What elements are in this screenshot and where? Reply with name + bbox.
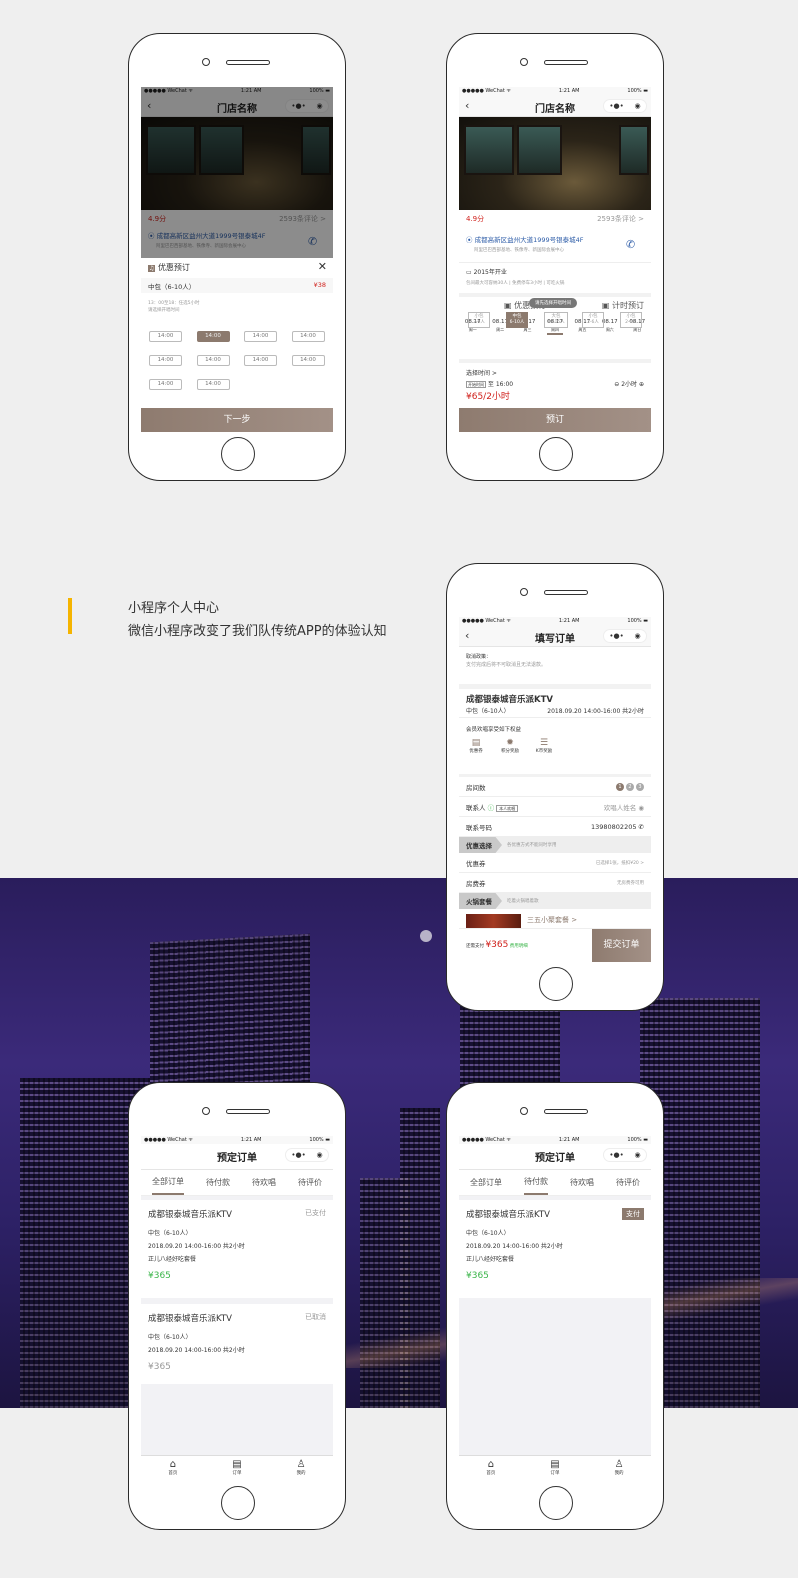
time-slot[interactable]: 14:00 [291,331,325,342]
contact-name-input[interactable]: 欢唱人姓名 ◉ [604,802,644,812]
tab-icon: ▤ [232,1459,242,1470]
pay-button[interactable]: 支付 [622,1208,644,1220]
tabbar-item-0[interactable]: ⌂ 首页 [486,1459,495,1481]
intro-subtitle: 微信小程序改变了我们队传统APP的体验认知 [128,624,387,639]
home-button[interactable] [539,967,573,1001]
time-slot[interactable]: 14:00 [196,331,230,342]
benefit-icon: ☰ [539,738,549,748]
tab-hourly[interactable]: ▣ 计时预订 [602,300,644,311]
calendar-icon: ▭ [466,269,474,276]
capsule-menu[interactable]: •●• ◉ [603,1148,647,1162]
home-button[interactable] [539,437,573,471]
room-option[interactable]: 大包 10-15人 [544,312,568,328]
home-button[interactable] [221,437,255,471]
phone-store-booking: ●●●●● WeChat ᯤ 1:21 AM 100% ▬ ‹ 门店名称 •●• ◉ 4.… [446,33,664,481]
room-count-option[interactable]: 1 [616,783,624,791]
package-image [466,914,521,928]
order-card[interactable]: 成都银泰城音乐派KTV 已支付 中包（6-10人） 2018.09.20 14:00-… [141,1200,333,1298]
time-slot[interactable]: 14:00 [196,379,230,390]
home-button[interactable] [221,1486,255,1520]
phone-orders-all: ●●●●● WeChat ᯤ 1:21 AM 100% ▬ 预定订单 •●• ◉ 全部订… [128,1082,346,1530]
time-slot[interactable]: 14:00 [244,331,277,342]
tab-order-0[interactable]: 全部订单 [470,1171,502,1194]
tabbar-item-2[interactable]: ♙ 我的 [297,1459,306,1481]
tab-icon: ♙ [296,1459,306,1470]
next-button[interactable]: 下一步 [141,408,333,432]
room-option[interactable]: 小包 2-6人 [468,312,490,328]
phone-fill-order: ●●●●● WeChat ᯤ 1:21 AM 100% ▬ ‹ 填写订单 •●• ◉ 取消… [446,563,664,1011]
tab-icon: ♙ [614,1459,624,1470]
room-option[interactable]: 中包 6-10人 [506,312,528,328]
phone-input[interactable]: 13980802205 ✆ [591,823,644,831]
tabbar-item-2[interactable]: ♙ 我的 [615,1459,624,1481]
tabbar-item-0[interactable]: ⌂ 首页 [168,1459,177,1481]
intro-title: 小程序个人中心 [128,601,220,616]
benefit-item: ✹ 积分奖励 [498,738,522,754]
phone-icon[interactable]: ✆ [626,238,635,251]
tab-icon: ⌂ [487,1459,495,1470]
phone-store-popup: ●●●●● WeChat ᯤ 1:21 AM 100% ▬ ‹ 门店名称 •●• ◉ 4.… [128,33,346,481]
capsule-menu[interactable]: •●• ◉ [603,629,647,643]
tab-order-3[interactable]: 待评价 [616,1171,640,1194]
coupon-row[interactable]: 优惠券 已选择1张，抵扣¥20 > [459,853,651,873]
tab-order-2[interactable]: 待欢唱 [252,1171,276,1194]
capsule-menu[interactable]: •●• ◉ [603,99,647,113]
time-slot[interactable]: 14:00 [149,355,182,366]
overlay-mask[interactable] [141,87,333,258]
tab-order-1[interactable]: 待付款 [206,1171,230,1194]
tab-order-2[interactable]: 待欢唱 [570,1171,594,1194]
capsule-menu[interactable]: •●• ◉ [285,1148,329,1162]
tab-order-1[interactable]: 待付款 [524,1170,548,1195]
tooltip: 请先选择开唱时间 [529,298,577,308]
tabbar-item-1[interactable]: ▤ 订单 [550,1459,559,1481]
home-button[interactable] [539,1486,573,1520]
accent-bar [68,598,72,634]
time-slot[interactable]: 14:00 [196,355,230,366]
room-count-option[interactable]: 2 [626,783,634,791]
tab-icon: ⌂ [169,1459,177,1470]
phone-orders-pending: ●●●●● WeChat ᯤ 1:21 AM 100% ▬ 预定订单 •●• ◉ 全部订… [446,1082,664,1530]
tab-order-0[interactable]: 全部订单 [152,1170,184,1195]
book-button[interactable]: 预订 [459,408,651,432]
time-slot[interactable]: 14:00 [244,355,277,366]
duration-stepper[interactable]: ⊖ 2小时 ⊕ [614,379,644,388]
benefit-item: ▤ 优惠券 [464,738,488,754]
benefit-item: ☰ K币奖励 [532,738,556,754]
room-option[interactable]: 小包 2-6人 [582,312,604,328]
tab-icon: ▤ [550,1459,560,1470]
benefit-icon: ✹ [506,738,514,748]
order-card[interactable]: 成都银泰城音乐派KTV 已取消 中包（6-10人） 2018.09.20 14:00-… [141,1304,333,1384]
order-card[interactable]: 成都银泰城音乐派KTV 支付 中包（6-10人） 2018.09.20 14:00-1… [459,1200,651,1298]
room-option[interactable]: 小包 2-6人 [620,312,642,328]
room-count-option[interactable]: 3 [636,783,644,791]
store-photo [459,117,651,210]
time-slot[interactable]: 14:00 [149,331,182,342]
city-background [0,878,798,1408]
tab-order-3[interactable]: 待评价 [298,1171,322,1194]
benefit-icon: ▤ [471,738,481,748]
tabbar-item-1[interactable]: ▤ 订单 [232,1459,241,1481]
time-slot[interactable]: 14:00 [149,379,182,390]
date-item[interactable]: 08.17 周六 [602,319,618,335]
time-slot[interactable]: 14:00 [291,355,325,366]
close-icon[interactable]: ✕ [318,260,327,273]
submit-order-button[interactable]: 提交订单 [592,929,651,962]
